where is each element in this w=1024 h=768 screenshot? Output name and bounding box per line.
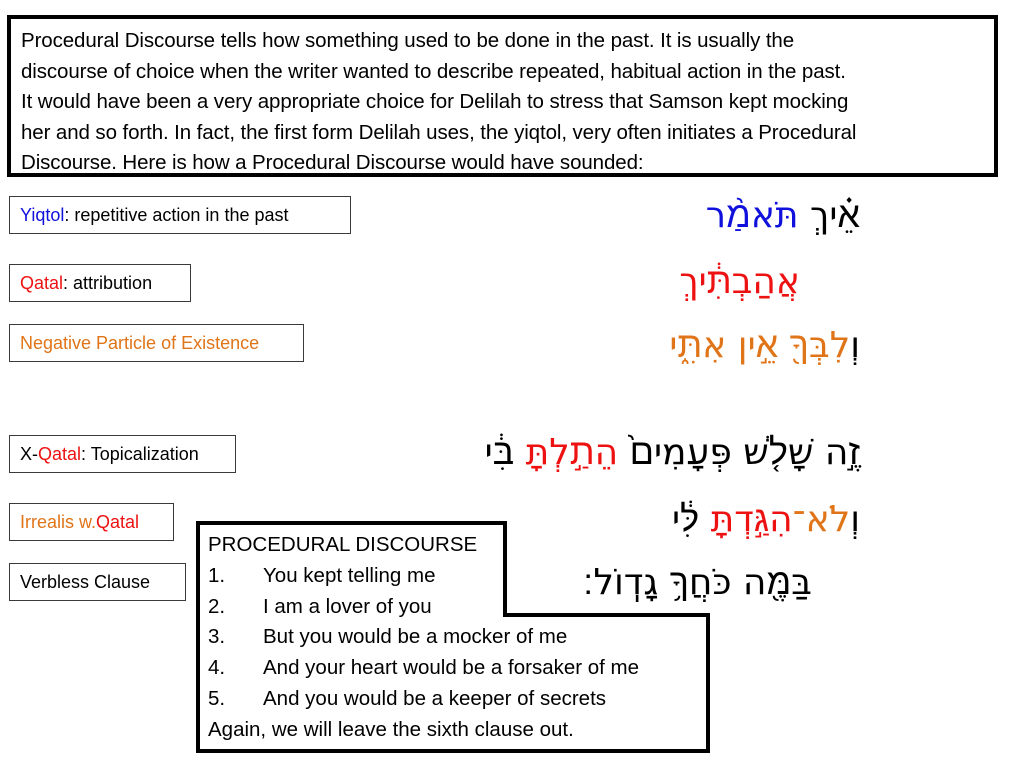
label-term: Qatal bbox=[96, 512, 140, 532]
hebrew-word: בִּ֔י bbox=[484, 432, 515, 473]
hebrew-phrase-negative: לִבְּךָ֖ אֵ֣ין אִתִּ֑י bbox=[669, 325, 851, 366]
label-irrealis: Irrealis w. Qatal bbox=[9, 503, 174, 541]
hebrew-word-qatal: הִגַּ֣דְתָּ bbox=[710, 499, 793, 540]
hebrew-word: לִּ֔י bbox=[672, 499, 700, 540]
item-text: And you would be a keeper of secrets bbox=[263, 686, 607, 710]
label-term: Qatal bbox=[38, 444, 82, 464]
hebrew-word-yiqtol: תֹּאמַ֨ר bbox=[705, 195, 799, 236]
procedural-item: 3. But you would be a mocker of me bbox=[208, 622, 639, 653]
intro-text-box: Procedural Discourse tells how something… bbox=[7, 15, 998, 177]
item-number: 3. bbox=[208, 625, 226, 649]
intro-line: discourse of choice when the writer want… bbox=[21, 59, 846, 83]
label-qatal: Qatal: attribution bbox=[9, 264, 191, 302]
item-number: 5. bbox=[208, 686, 226, 710]
intro-line: It would have been a very appropriate ch… bbox=[21, 90, 849, 114]
label-prefix: Irrealis w. bbox=[20, 512, 97, 532]
hebrew-conjunction: וְ bbox=[850, 325, 860, 366]
intro-line: Discourse. Here is how a Procedural Disc… bbox=[21, 151, 644, 175]
label-verbless-clause: Verbless Clause bbox=[9, 563, 186, 601]
label-x-qatal: X- Qatal: Topicalization bbox=[9, 435, 236, 473]
procedural-item: 1. You kept telling me bbox=[208, 561, 639, 592]
procedural-footer: Again, we will leave the sixth clause ou… bbox=[208, 717, 574, 741]
item-number: 2. bbox=[208, 594, 226, 618]
item-text: You kept telling me bbox=[263, 563, 436, 587]
procedural-item: 2. I am a lover of you bbox=[208, 592, 639, 623]
hebrew-conjunction: וְ bbox=[850, 499, 860, 540]
intro-line: her and so forth. In fact, the first for… bbox=[21, 120, 857, 144]
intro-line: Procedural Discourse tells how something… bbox=[21, 29, 795, 52]
label-yiqtol: Yiqtol: repetitive action in the past bbox=[9, 196, 351, 234]
hebrew-word-qatal: אֲהַבְתִּ֔יךְ bbox=[679, 261, 800, 302]
item-number: 1. bbox=[208, 563, 226, 587]
hebrew-word: אֵ֗יךְ bbox=[810, 195, 860, 236]
label-prefix: X- bbox=[20, 444, 38, 464]
hebrew-word-qatal: הֵתַ֣לְתָּ bbox=[525, 432, 619, 473]
label-rest: : repetitive action in the past bbox=[64, 205, 289, 225]
procedural-item: 4. And your heart would be a forsaker of … bbox=[208, 653, 639, 684]
hebrew-phrase: זֶ֣ה שָׁלֹ֤שׁ פְּעָמִים֙ bbox=[629, 432, 860, 473]
label-term: Qatal bbox=[20, 273, 64, 293]
label-text: Negative Particle of Existence bbox=[20, 333, 260, 353]
hebrew-line-5: וְלֹא־הִגַּ֣דְתָּ לִּ֔י bbox=[672, 502, 860, 538]
hebrew-line-4: זֶ֣ה שָׁלֹ֤שׁ פְּעָמִים֙ הֵתַ֣לְתָּ בִּ֔… bbox=[485, 435, 860, 471]
label-rest: : Topicalization bbox=[81, 444, 199, 464]
hebrew-line-3: וְלִבְּךָ֖ אֵ֣ין אִתִּ֑י bbox=[669, 328, 860, 364]
procedural-title: PROCEDURAL DISCOURSE bbox=[208, 533, 478, 556]
item-text: And your heart would be a forsaker of me bbox=[263, 656, 640, 680]
hebrew-line-2: אֲהַבְתִּ֔יךְ bbox=[679, 264, 800, 300]
hebrew-line-1: אֵ֗יךְ תֹּאמַ֨ר bbox=[706, 198, 860, 234]
label-text: Verbless Clause bbox=[20, 572, 151, 592]
label-rest: : attribution bbox=[63, 273, 153, 293]
label-term: Yiqtol bbox=[20, 205, 65, 225]
procedural-item: 5. And you would be a keeper of secrets bbox=[208, 684, 639, 715]
hebrew-negative: לֹא־ bbox=[792, 499, 851, 540]
item-text: I am a lover of you bbox=[263, 594, 432, 618]
label-negative-particle: Negative Particle of Existence bbox=[9, 324, 304, 362]
item-text: But you would be a mocker of me bbox=[263, 625, 568, 649]
procedural-discourse-box: PROCEDURAL DISCOURSE 1. You kept telling … bbox=[208, 530, 639, 746]
item-number: 4. bbox=[208, 656, 226, 680]
